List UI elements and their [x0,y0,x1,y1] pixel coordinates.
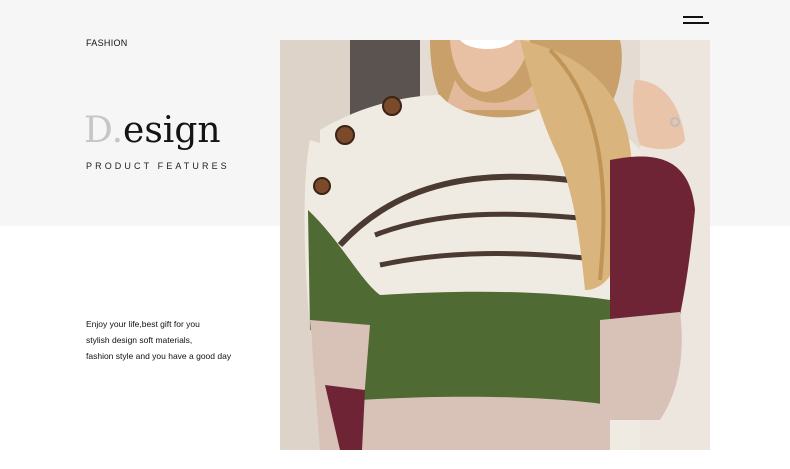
description-line: fashion style and you have a good day [86,350,232,361]
section-title-initial: D. [84,110,124,151]
description-line: Enjoy your life,best gift for you [86,319,200,329]
section-title-rest: esign [123,110,221,151]
product-photo[interactable] [280,40,710,450]
product-description: Enjoy your life,best gift for you stylis… [86,317,276,364]
category-label: FASHION [86,38,128,48]
menu-line-top [683,16,703,18]
hamburger-menu-icon[interactable] [681,14,711,28]
section-subtitle: PRODUCT FEATURES [86,161,230,171]
sweater-illustration [280,40,710,450]
menu-line-bottom [683,22,709,24]
description-line: stylish design soft materials, [86,334,193,345]
section-title: D.esign [84,106,221,156]
